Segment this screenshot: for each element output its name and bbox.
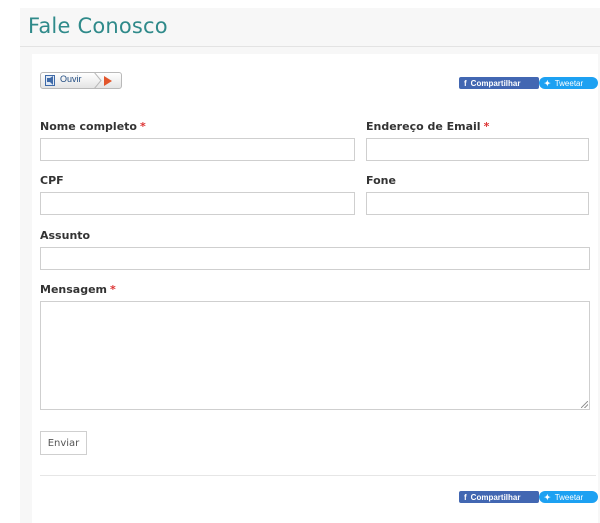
title-bar: Fale Conosco <box>20 8 600 47</box>
required-marker: * <box>139 120 146 133</box>
play-icon[interactable] <box>104 76 112 86</box>
twitter-bird-icon: ✦ <box>544 78 551 88</box>
listen-button[interactable]: Ouvir <box>40 72 122 89</box>
cpf-label: CPF <box>40 174 64 187</box>
facebook-icon: f <box>464 492 467 502</box>
name-label-text: Nome completo <box>40 120 137 133</box>
required-marker: * <box>110 283 116 296</box>
facebook-share-button-top[interactable]: f Compartilhar <box>459 77 539 89</box>
facebook-share-label: Compartilhar <box>470 78 521 88</box>
phone-label: Fone <box>366 174 396 187</box>
listen-separator <box>93 72 102 89</box>
resize-grip-icon[interactable] <box>581 401 588 408</box>
message-textarea[interactable] <box>40 301 590 410</box>
submit-button[interactable]: Enviar <box>40 431 87 455</box>
twitter-bird-icon: ✦ <box>544 492 551 502</box>
facebook-share-button-bottom[interactable]: f Compartilhar <box>459 491 539 503</box>
email-label: Endereço de Email * <box>366 120 489 133</box>
name-label: Nome completo * <box>40 120 146 133</box>
phone-field[interactable] <box>366 192 589 215</box>
cpf-field[interactable] <box>40 192 355 215</box>
page-title: Fale Conosco <box>28 14 168 38</box>
subject-field[interactable] <box>40 247 590 270</box>
page-frame: Fale Conosco Ouvir f Compartilhar ✦ Twee… <box>20 8 600 523</box>
name-field[interactable] <box>40 138 355 161</box>
subject-label: Assunto <box>40 229 91 242</box>
required-marker: * <box>483 120 490 133</box>
facebook-icon: f <box>464 78 467 88</box>
twitter-share-button-bottom[interactable]: ✦ Tweetar <box>539 491 598 503</box>
email-field[interactable] <box>366 138 589 161</box>
email-label-text: Endereço de Email <box>366 120 481 133</box>
speaker-page-icon <box>45 75 55 86</box>
twitter-share-button-top[interactable]: ✦ Tweetar <box>539 77 598 89</box>
twitter-share-label: Tweetar <box>554 78 584 88</box>
message-label: Mensagem * <box>40 283 116 296</box>
message-label-text: Mensagem <box>40 283 108 296</box>
twitter-share-label: Tweetar <box>554 492 584 502</box>
divider <box>40 475 596 476</box>
contact-form-panel: Ouvir f Compartilhar ✦ Tweetar Nome comp… <box>32 54 598 523</box>
facebook-share-label: Compartilhar <box>470 492 521 502</box>
listen-label: Ouvir <box>60 74 82 84</box>
